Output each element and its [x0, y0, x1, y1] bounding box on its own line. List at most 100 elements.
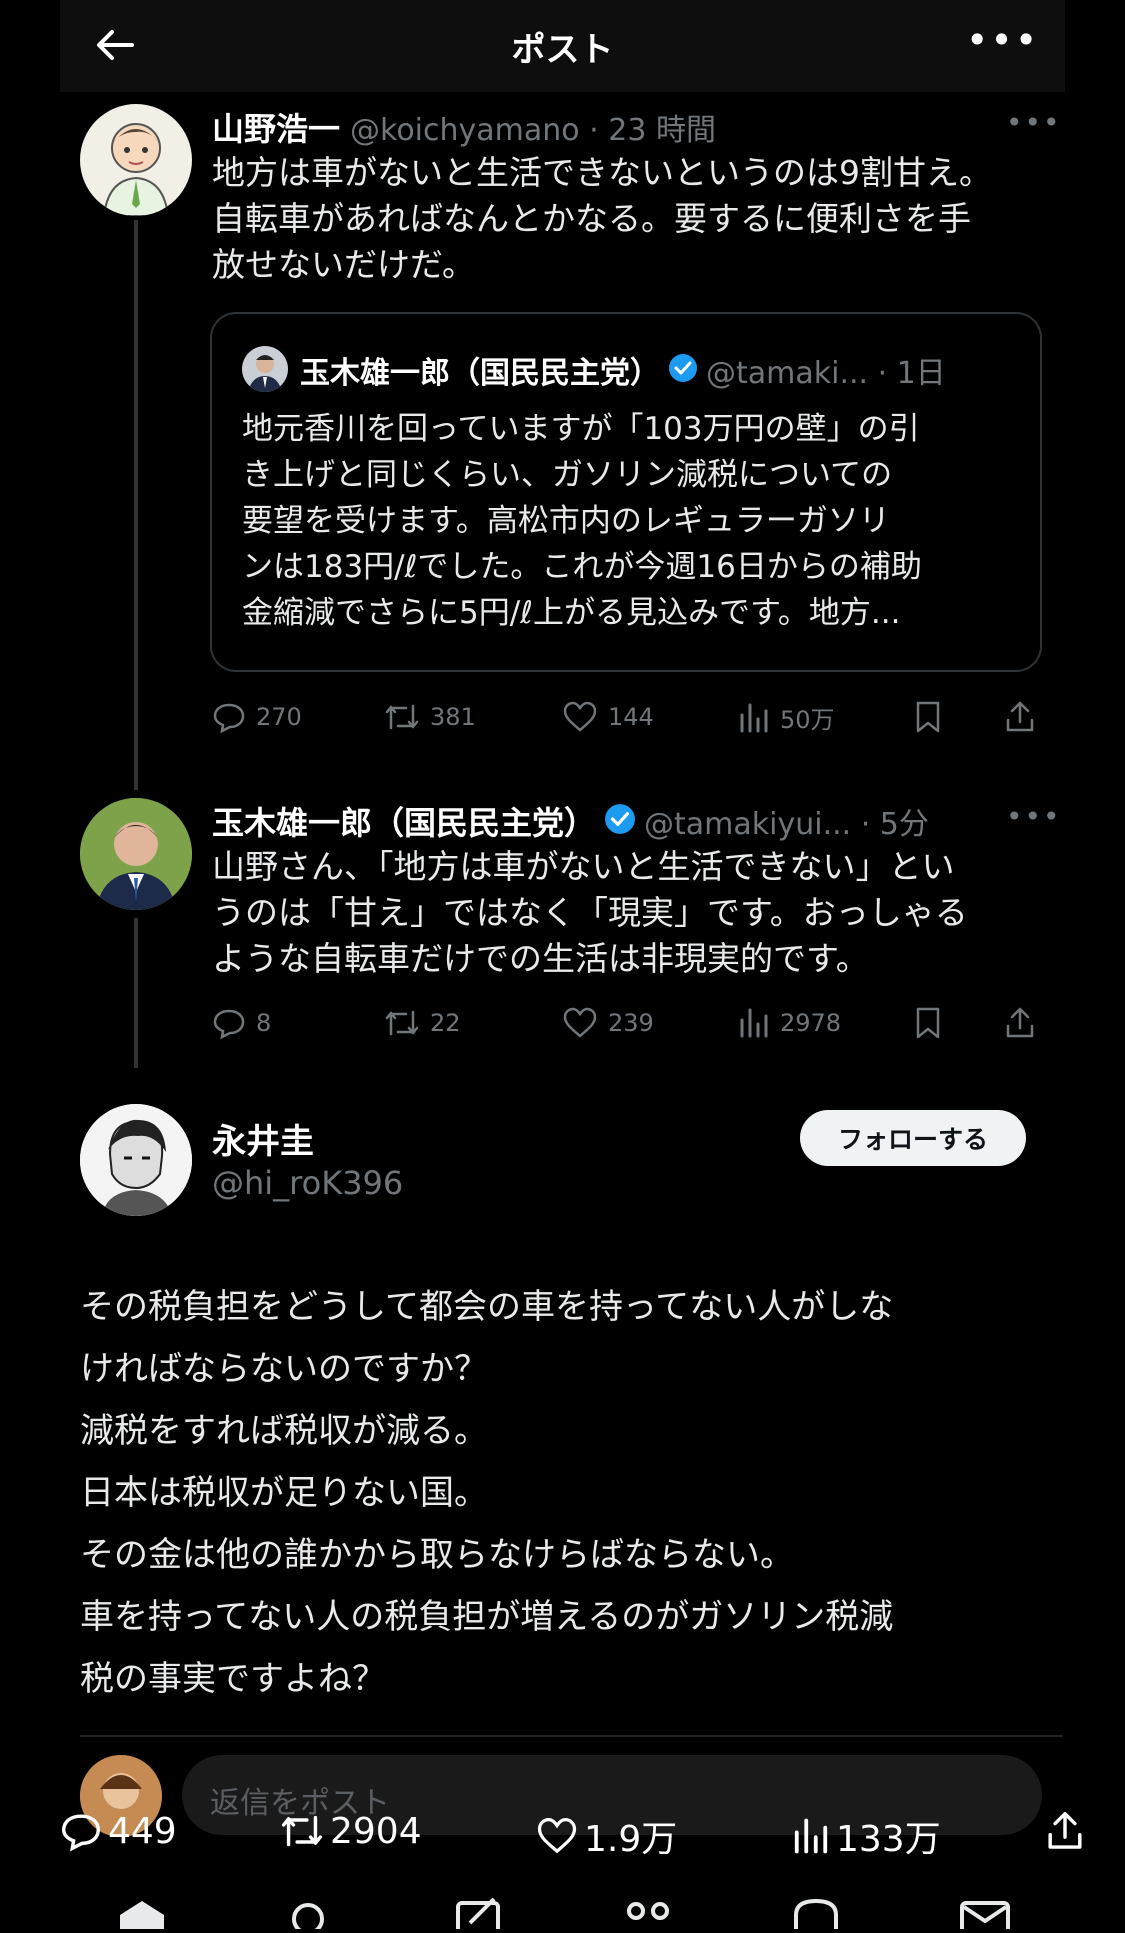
views-count: 50万 — [780, 706, 835, 734]
verified-badge-icon — [604, 803, 636, 839]
retweet-count: 381 — [430, 703, 476, 731]
text-line: 要望を受けます。高松市内のレギュラーガソリ — [242, 503, 890, 539]
thread-line — [134, 220, 138, 790]
text-line: その金は他の誰かから取らなけらばならない。 — [80, 1535, 794, 1575]
tweet-text: 山野さん、「地方は車がないと生活できない」とい うのは「甘え」ではなく「現実」で… — [212, 844, 1042, 982]
reply-count: 8 — [256, 1009, 272, 1037]
text-line: 自転車があればなんとかなる。要するに便利さを手 — [212, 199, 971, 238]
communities-icon[interactable] — [627, 1902, 669, 1920]
heart-icon — [563, 701, 597, 732]
views-button[interactable]: 133万 — [792, 1810, 941, 1862]
reply-icon — [61, 1814, 101, 1852]
text-line: 税の事実ですよね？ — [80, 1659, 386, 1699]
author-handle: @tamakiyui... · 5分 — [644, 807, 929, 842]
reply-count: 270 — [256, 703, 302, 731]
text-line: 地元香川を回っていますが「103万円の壁」の引 — [242, 411, 920, 447]
text-line: き上げと同じくらい、ガソリン減税についての — [242, 457, 893, 493]
text-line: 地方は車がないと生活できないというのは9割甘え。 — [212, 153, 992, 192]
author-name[interactable]: 永井圭 — [212, 1114, 314, 1163]
views-count: 133万 — [836, 1819, 941, 1860]
text-line: 減税をすれば税収が減る。 — [80, 1411, 488, 1451]
share-icon — [1006, 1007, 1034, 1038]
page-title: ポスト — [511, 30, 614, 70]
views-button[interactable]: 50万 — [738, 700, 835, 735]
retweet-count: 22 — [430, 1009, 461, 1037]
heart-icon — [563, 1007, 597, 1038]
reply-button[interactable]: 449 — [60, 1810, 177, 1852]
text-line: うのは「甘え」ではなく「現実」です。おっしゃる — [212, 893, 968, 932]
like-count: 239 — [608, 1009, 654, 1037]
retweet-icon — [281, 1815, 323, 1847]
reply-button[interactable]: 8 — [212, 1006, 271, 1040]
text-line: 金縮減でさらに5円/ℓ上がる見込みです。地方... — [242, 595, 901, 631]
like-count: 1.9万 — [584, 1819, 678, 1860]
text-line: ければならないのですか？ — [80, 1349, 488, 1389]
author-name[interactable]: 玉木雄一郎（国民民主党） — [212, 798, 596, 844]
home-icon[interactable] — [120, 1901, 164, 1929]
like-button[interactable]: 1.9万 — [536, 1810, 677, 1862]
retweet-button[interactable]: 2904 — [280, 1810, 422, 1852]
reply-icon — [213, 703, 245, 734]
reply-icon — [213, 1009, 245, 1040]
divider — [80, 1735, 1063, 1737]
views-button[interactable]: 2978 — [738, 1006, 841, 1040]
heart-icon — [537, 1818, 577, 1854]
like-button[interactable]: 239 — [562, 1006, 654, 1040]
tweet-more-icon[interactable]: ••• — [1006, 800, 1062, 833]
retweet-count: 2904 — [330, 1810, 422, 1852]
reply-count: 449 — [108, 1810, 177, 1852]
share-button[interactable] — [1004, 1006, 1046, 1040]
retweet-button[interactable]: 381 — [384, 700, 476, 734]
text-line: 山野さん、「地方は車がないと生活できない」とい — [212, 847, 955, 886]
text-line: ような自転車だけでの生活は非現実的です。 — [212, 939, 869, 978]
author-name[interactable]: 山野浩一 — [212, 104, 340, 150]
avatar — [242, 346, 288, 392]
views-icon — [740, 1008, 768, 1038]
share-button[interactable] — [1044, 1810, 1092, 1852]
views-icon — [794, 1818, 828, 1854]
bottom-tab-bar — [0, 1895, 1125, 1933]
search-icon[interactable] — [292, 1903, 324, 1933]
follow-button[interactable]: フォローする — [800, 1110, 1026, 1166]
retweet-button[interactable]: 22 — [384, 1006, 461, 1040]
quote-author-handle: @tamaki... · 1日 — [706, 356, 946, 391]
retweet-icon — [385, 704, 419, 730]
notifications-icon[interactable] — [794, 1898, 838, 1929]
tweet-header: 山野浩一 @koichyamano · 23 時間 — [212, 104, 716, 150]
compose-icon[interactable] — [456, 1897, 500, 1933]
views-count: 2978 — [780, 1009, 842, 1037]
bookmark-button[interactable] — [914, 1006, 952, 1040]
tweet-header: 玉木雄一郎（国民民主党） @tamakiyui... · 5分 — [212, 798, 929, 844]
bookmark-icon — [916, 701, 940, 733]
messages-icon[interactable] — [960, 1901, 1010, 1933]
share-icon — [1006, 701, 1034, 732]
share-icon — [1048, 1811, 1082, 1849]
text-line: 放せないだけだ。 — [212, 245, 476, 284]
verified-badge-icon — [668, 353, 698, 387]
text-line: その税負担をどうして都会の車を持ってない人がしな — [80, 1287, 894, 1327]
views-icon — [740, 703, 768, 732]
quote-text: 地元香川を回っていますが「103万円の壁」の引 き上げと同じくらい、ガソリン減税… — [242, 406, 1022, 636]
tweet-text: 地方は車がないと生活できないというのは9割甘え。 自転車があればなんとかなる。要… — [212, 150, 1042, 288]
reply-button[interactable]: 270 — [212, 700, 302, 734]
avatar[interactable] — [80, 104, 192, 216]
bookmark-icon — [916, 1007, 940, 1039]
avatar[interactable] — [80, 1104, 192, 1216]
tweet-more-icon[interactable]: ••• — [1006, 106, 1062, 139]
text-line: ンは183円/ℓでした。これが今週16日からの補助 — [242, 549, 922, 585]
avatar[interactable] — [80, 798, 192, 910]
like-button[interactable]: 144 — [562, 700, 654, 734]
more-options-icon[interactable]: ••• — [966, 18, 1039, 62]
retweet-icon — [385, 1010, 419, 1036]
author-handle: @koichyamano · 23 時間 — [350, 113, 716, 148]
quote-author-name: 玉木雄一郎（国民民主党） — [300, 356, 660, 391]
author-handle: @hi_roK396 — [212, 1164, 404, 1202]
text-line: 日本は税収が足りない国。 — [80, 1473, 488, 1513]
share-button[interactable] — [1004, 700, 1046, 734]
main-tweet-text: その税負担をどうして都会の車を持ってない人がしな ければならないのですか？ 減税… — [80, 1276, 1040, 1710]
text-line: 車を持ってない人の税負担が増えるのがガソリン税減 — [80, 1597, 894, 1637]
bookmark-button[interactable] — [914, 700, 952, 734]
like-count: 144 — [608, 703, 654, 731]
quote-header: 玉木雄一郎（国民民主党） @tamaki... · 1日 — [300, 348, 946, 392]
thread-line — [134, 918, 138, 1068]
